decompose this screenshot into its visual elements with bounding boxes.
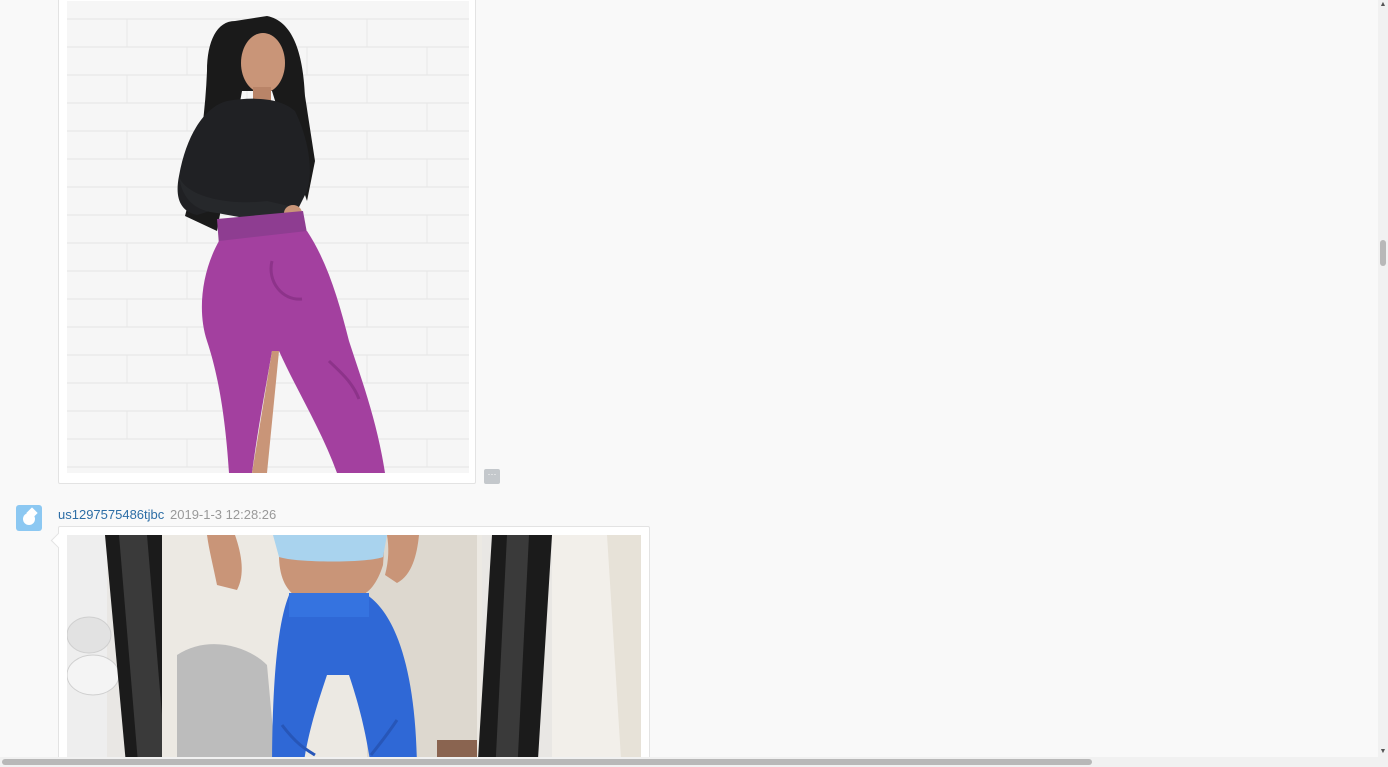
username-link[interactable]: us1297575486tjbc — [58, 507, 164, 522]
vertical-scrollbar[interactable]: ▲ ▼ — [1378, 0, 1388, 757]
message-photo[interactable] — [67, 1, 469, 473]
message-photo[interactable] — [67, 535, 641, 757]
bubble-tail — [50, 532, 67, 549]
avatar-circle-icon — [23, 513, 35, 525]
scroll-down-arrow-icon[interactable]: ▼ — [1378, 747, 1388, 757]
scroll-up-arrow-icon[interactable]: ▲ — [1378, 0, 1388, 10]
horizontal-scroll-thumb[interactable] — [2, 759, 1092, 765]
message-timestamp: 2019-1-3 12:28:26 — [170, 507, 277, 522]
message-options-button[interactable]: ··· — [484, 469, 500, 484]
avatar[interactable] — [16, 505, 42, 531]
message-bubble — [58, 0, 476, 484]
chat-log: ··· us1297575486tjbc 2019-1-3 12:28:26 — [0, 0, 1378, 757]
vertical-scroll-thumb[interactable] — [1380, 240, 1386, 266]
woman-blue-leggings-mirror-photo — [67, 535, 641, 757]
message-bubble — [50, 526, 650, 757]
woman-purple-leggings-photo — [67, 1, 469, 473]
horizontal-scrollbar[interactable] — [0, 757, 1388, 767]
